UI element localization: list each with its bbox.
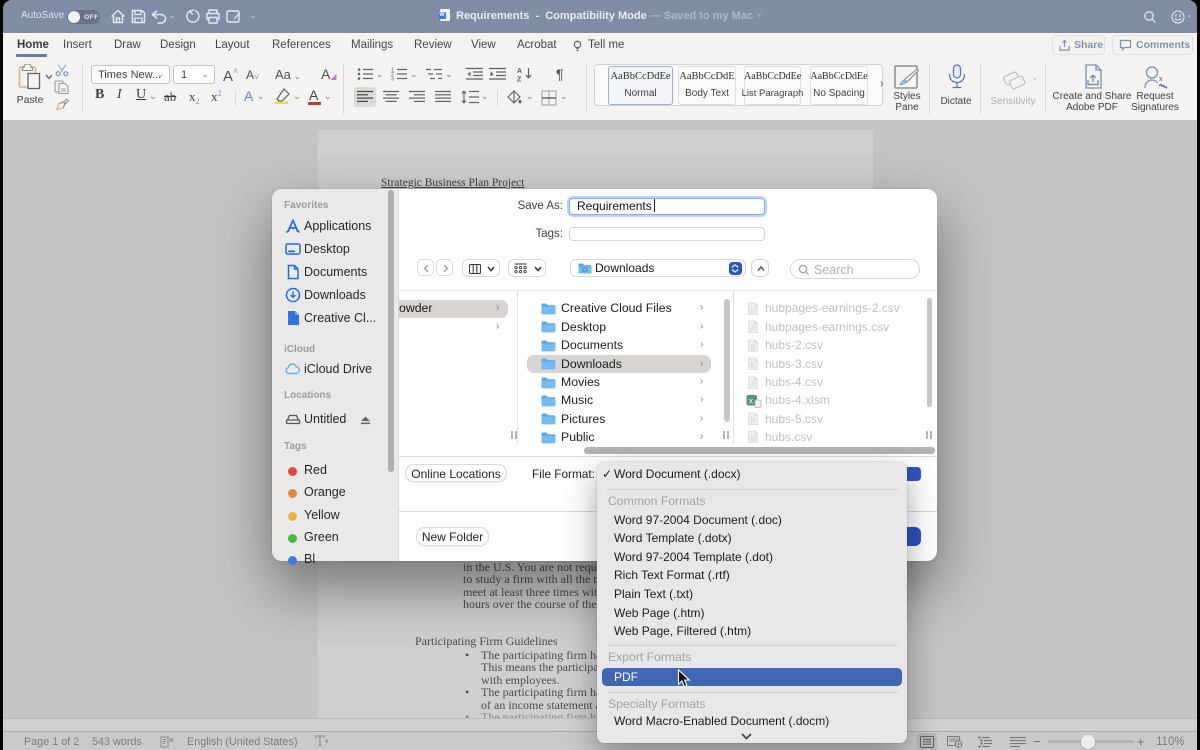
svg-text:Z: Z — [517, 77, 522, 83]
svg-text:A: A — [517, 68, 522, 75]
svg-text:x: x — [1159, 76, 1163, 83]
svg-text:3: 3 — [391, 77, 394, 82]
svg-text:x: x — [749, 396, 753, 405]
